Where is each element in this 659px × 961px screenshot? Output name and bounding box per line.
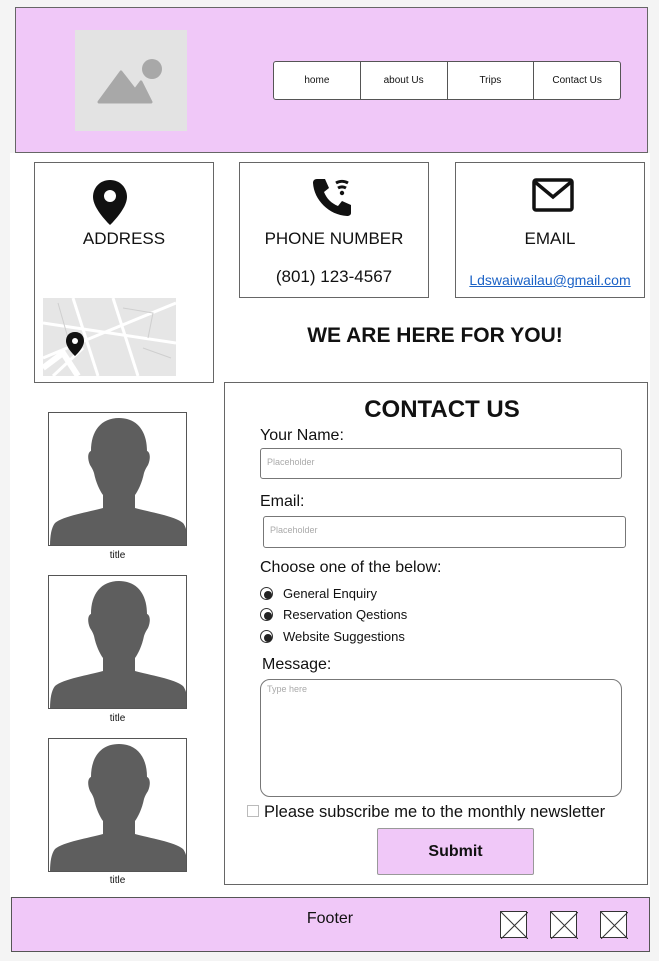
nav-home[interactable]: home — [274, 62, 361, 99]
radio-general-enquiry[interactable] — [260, 587, 273, 600]
team-avatar — [48, 738, 187, 872]
nav-trips[interactable]: Trips — [448, 62, 535, 99]
logo-image-placeholder — [75, 30, 187, 131]
envelope-icon — [532, 178, 574, 212]
person-silhouette-icon — [50, 418, 186, 545]
person-silhouette-icon — [50, 581, 186, 708]
email-title: EMAIL — [524, 229, 576, 248]
phone-wifi-icon — [313, 179, 351, 216]
team-avatar — [48, 575, 187, 709]
map-graphic — [43, 298, 176, 376]
radio-label: Reservation Qestions — [283, 607, 408, 622]
email-card: EMAIL Ldswaiwailau@gmail.com — [455, 162, 645, 298]
email-label: Email: — [260, 493, 305, 510]
nav-about-us[interactable]: about Us — [361, 62, 448, 99]
name-label: Your Name: — [260, 427, 344, 444]
newsletter-checkbox[interactable] — [247, 805, 259, 817]
radio-reservation-questions[interactable] — [260, 608, 273, 621]
newsletter-label: Please subscribe me to the monthly newsl… — [264, 803, 606, 821]
location-pin-icon — [93, 180, 127, 225]
team-caption: title — [109, 550, 126, 561]
email-input[interactable]: Placeholder — [263, 516, 626, 548]
tagline: WE ARE HERE FOR YOU! — [307, 324, 563, 347]
main-nav: home about Us Trips Contact Us — [273, 61, 621, 100]
choose-label: Choose one of the below: — [260, 559, 442, 576]
phone-title: PHONE NUMBER — [264, 229, 404, 248]
radio-label: General Enquiry — [283, 586, 377, 601]
address-title: ADDRESS — [82, 229, 166, 248]
radio-website-suggestions[interactable] — [260, 630, 273, 643]
phone-number: (801) 123-4567 — [275, 267, 393, 286]
radio-label: Website Suggestions — [283, 629, 405, 644]
map-image[interactable] — [43, 298, 176, 376]
message-textarea[interactable]: Type here — [260, 679, 622, 797]
name-input[interactable]: Placeholder — [260, 448, 622, 479]
message-label: Message: — [262, 656, 332, 673]
form-title: CONTACT US — [364, 396, 520, 423]
footer-text: Footer — [306, 910, 354, 927]
team-caption: title — [109, 713, 126, 724]
placeholder-icon[interactable] — [550, 911, 579, 940]
person-silhouette-icon — [50, 744, 186, 871]
email-link[interactable]: Ldswaiwailau@gmail.com — [469, 272, 630, 288]
placeholder-icon[interactable] — [600, 911, 629, 940]
team-avatar — [48, 412, 187, 546]
placeholder-icon[interactable] — [500, 911, 529, 940]
submit-button[interactable]: Submit — [377, 828, 534, 875]
image-icon — [97, 59, 162, 104]
team-caption: title — [109, 875, 126, 886]
nav-contact-us[interactable]: Contact Us — [534, 62, 620, 99]
phone-card: PHONE NUMBER (801) 123-4567 — [239, 162, 429, 298]
